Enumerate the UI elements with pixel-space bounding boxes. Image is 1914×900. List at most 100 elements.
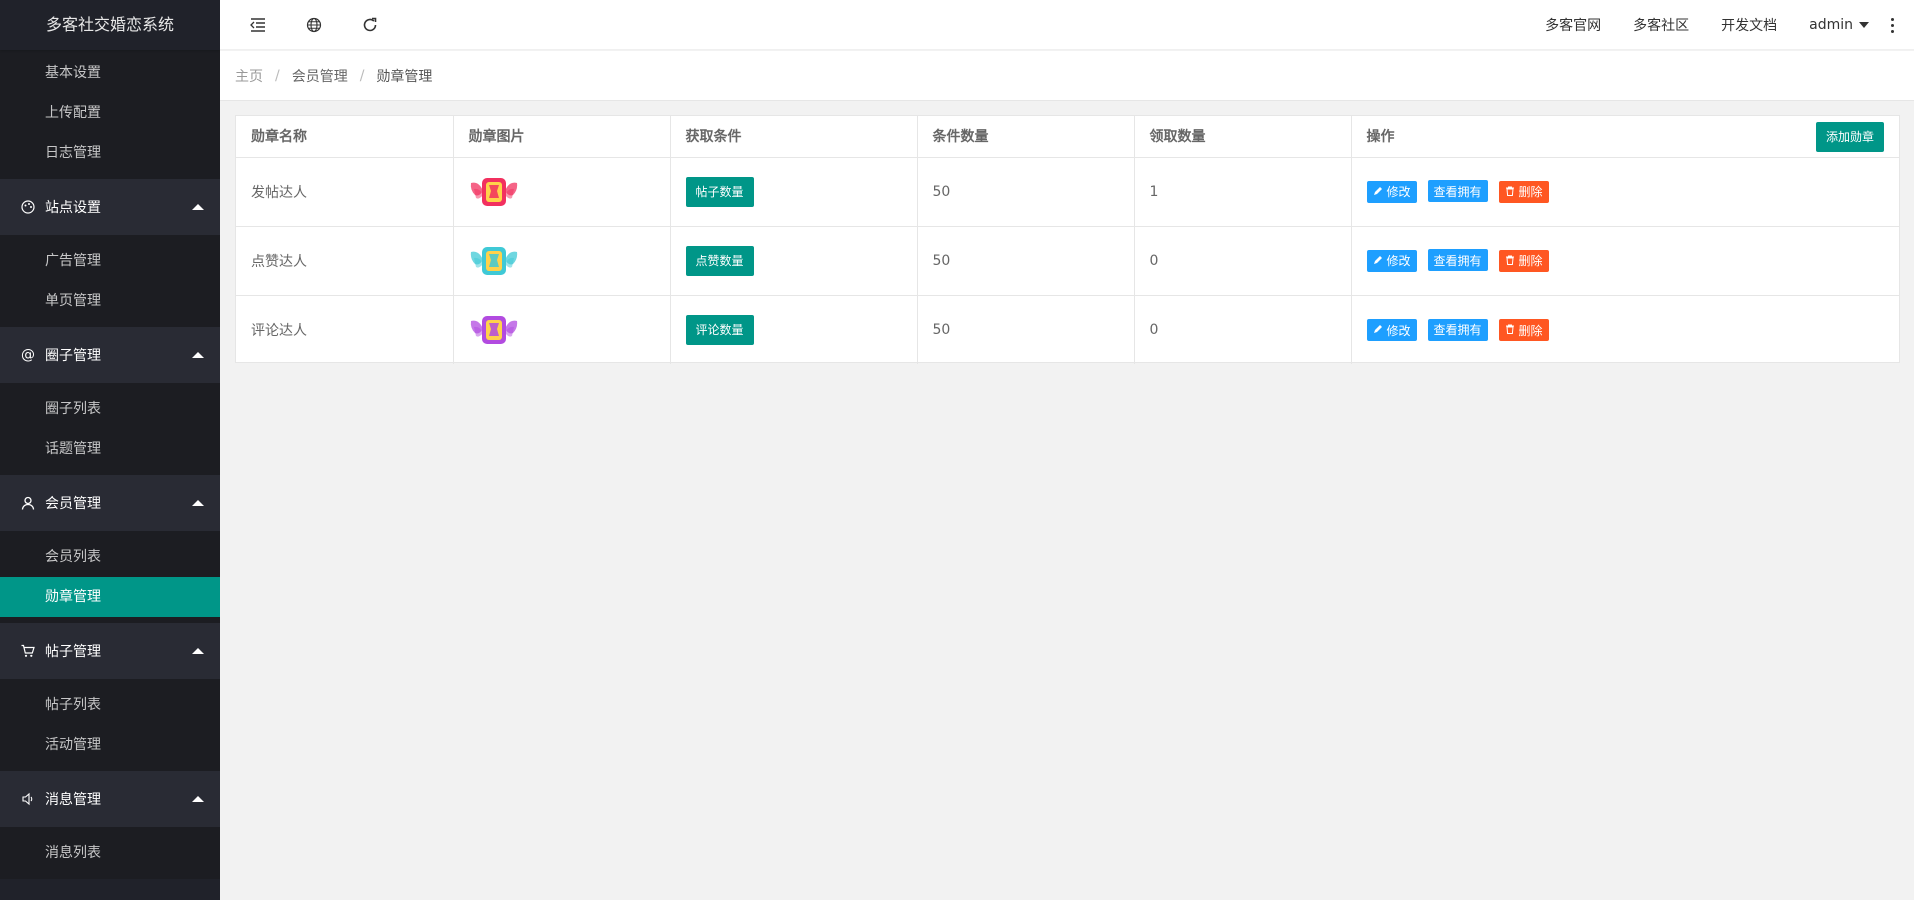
at-icon: @ — [21, 347, 35, 363]
sidebar-menu: 配置管理基本设置上传配置日志管理站点设置广告管理单页管理@圈子管理圈子列表话题管… — [0, 0, 220, 879]
app-logo[interactable]: 多客社交婚恋系统 — [0, 0, 220, 50]
delete-label: 删除 — [1518, 323, 1543, 338]
sidebar-group-items: 基本设置 上传配置 日志管理 — [0, 47, 220, 179]
medal-table-card: 勋章名称 勋章图片 获取条件 条件数量 领取数量 操作 添加勋章 发帖达人 帖子数… — [235, 115, 1900, 364]
add-medal-button[interactable]: 添加勋章 — [1815, 122, 1884, 152]
edit-label: 修改 — [1386, 185, 1411, 200]
menu-collapse-icon[interactable] — [248, 15, 268, 35]
table-row: 评论达人 评论数量 50 0 修改 查看拥有 删除 — [236, 295, 1899, 364]
condition-count: 50 — [917, 295, 1135, 364]
header-link-docs[interactable]: 开发文档 — [1721, 15, 1777, 35]
caret-up-icon — [192, 796, 204, 802]
medal-table: 勋章名称 勋章图片 获取条件 条件数量 领取数量 操作 添加勋章 发帖达人 帖子数… — [236, 116, 1899, 364]
sidebar: 配置管理基本设置上传配置日志管理站点设置广告管理单页管理@圈子管理圈子列表话题管… — [0, 0, 220, 900]
column-header: 条件数量 — [917, 116, 1135, 158]
refresh-icon[interactable] — [360, 15, 380, 35]
medal-badge-image — [469, 173, 655, 211]
sidebar-item[interactable]: 上传配置 — [0, 93, 220, 133]
sidebar-group-5[interactable]: 消息管理 — [0, 771, 220, 827]
sidebar-item[interactable]: 帖子列表 — [0, 685, 220, 725]
pencil-icon — [1373, 185, 1387, 199]
medal-name: 评论达人 — [236, 295, 454, 364]
condition-cell: 点赞数量 — [670, 226, 918, 296]
caret-up-icon — [192, 204, 204, 210]
view-owners-button[interactable]: 查看拥有 — [1427, 249, 1488, 272]
condition-button[interactable]: 点赞数量 — [685, 245, 754, 276]
breadcrumb: 主页 / 会员管理 / 勋章管理 — [220, 51, 1914, 101]
condition-count: 50 — [917, 226, 1135, 296]
column-header-actions: 操作 添加勋章 — [1351, 116, 1899, 158]
cart-icon — [20, 643, 36, 659]
edit-button[interactable]: 修改 — [1366, 249, 1417, 272]
condition-button[interactable]: 评论数量 — [685, 314, 754, 345]
received-count: 1 — [1134, 157, 1352, 227]
sidebar-group-label: 站点设置 — [45, 200, 101, 216]
delete-button[interactable]: 删除 — [1498, 249, 1549, 272]
sidebar-group-1[interactable]: 站点设置 — [0, 179, 220, 235]
breadcrumb-home[interactable]: 主页 — [235, 66, 263, 86]
delete-label: 删除 — [1518, 185, 1543, 200]
medal-badge-image — [469, 242, 655, 280]
column-header: 领取数量 — [1134, 116, 1352, 158]
received-count: 0 — [1134, 226, 1352, 296]
pencil-icon — [1373, 323, 1387, 337]
column-header: 勋章图片 — [453, 116, 671, 158]
delete-button[interactable]: 删除 — [1498, 180, 1549, 203]
breadcrumb-member[interactable]: 会员管理 — [292, 66, 348, 86]
user-menu[interactable]: admin — [1809, 17, 1869, 33]
edit-button[interactable]: 修改 — [1366, 180, 1417, 203]
more-icon[interactable] — [1891, 17, 1894, 33]
header-link-community[interactable]: 多客社区 — [1633, 15, 1689, 35]
edit-label: 修改 — [1386, 254, 1411, 269]
delete-label: 删除 — [1518, 254, 1543, 269]
sidebar-item[interactable]: 消息列表 — [0, 833, 220, 873]
sidebar-group-4[interactable]: 帖子管理 — [0, 623, 220, 679]
sidebar-item[interactable]: 日志管理 — [0, 133, 220, 173]
column-header-label: 操作 — [1366, 129, 1395, 146]
actions-cell: 修改 查看拥有 删除 — [1351, 295, 1899, 364]
trash-icon — [1505, 323, 1519, 337]
sidebar-group-items: 帖子列表 活动管理 — [0, 679, 220, 771]
caret-down-icon — [1859, 22, 1869, 28]
view-owners-button[interactable]: 查看拥有 — [1427, 180, 1488, 203]
sidebar-group-label: 圈子管理 — [45, 348, 101, 364]
caret-up-icon — [192, 352, 204, 358]
condition-count: 50 — [917, 157, 1135, 227]
user-name: admin — [1809, 17, 1853, 33]
user-icon — [20, 495, 36, 511]
breadcrumb-separator: / — [359, 67, 365, 84]
sidebar-item[interactable]: 基本设置 — [0, 53, 220, 93]
sidebar-item[interactable]: 圈子列表 — [0, 389, 220, 429]
column-header: 勋章名称 — [236, 116, 454, 158]
edit-button[interactable]: 修改 — [1366, 319, 1417, 341]
medal-badge-image — [469, 311, 655, 349]
sidebar-item[interactable]: 广告管理 — [0, 241, 220, 281]
sidebar-group-items: 圈子列表 话题管理 — [0, 383, 220, 475]
top-header: 多客官网 多客社区 开发文档 admin — [220, 0, 1914, 50]
breadcrumb-separator: / — [275, 67, 280, 84]
breadcrumb-current: 勋章管理 — [376, 68, 433, 85]
header-link-official[interactable]: 多客官网 — [1545, 15, 1601, 35]
medal-image-cell — [453, 226, 671, 296]
condition-cell: 评论数量 — [670, 295, 918, 364]
sidebar-group-2[interactable]: @ 圈子管理 — [0, 327, 220, 383]
edit-label: 修改 — [1386, 323, 1411, 338]
sidebar-item[interactable]: 单页管理 — [0, 281, 220, 321]
column-header: 获取条件 — [670, 116, 918, 158]
actions-cell: 修改 查看拥有 删除 — [1351, 226, 1899, 296]
table-header-row: 勋章名称 勋章图片 获取条件 条件数量 领取数量 操作 添加勋章 — [236, 116, 1899, 158]
globe-icon[interactable] — [304, 15, 324, 35]
condition-cell: 帖子数量 — [670, 157, 918, 227]
sidebar-item[interactable]: 活动管理 — [0, 725, 220, 765]
view-owners-button[interactable]: 查看拥有 — [1427, 318, 1488, 341]
sidebar-group-items: 消息列表 — [0, 827, 220, 879]
sidebar-item[interactable]: 会员列表 — [0, 537, 220, 577]
sidebar-item[interactable]: 勋章管理 — [0, 577, 220, 617]
delete-button[interactable]: 删除 — [1498, 319, 1549, 341]
received-count: 0 — [1134, 295, 1352, 364]
speaker-icon — [20, 791, 36, 807]
sidebar-group-3[interactable]: 会员管理 — [0, 475, 220, 531]
sidebar-item[interactable]: 话题管理 — [0, 429, 220, 469]
condition-button[interactable]: 帖子数量 — [685, 176, 754, 207]
medal-name: 发帖达人 — [236, 157, 454, 227]
